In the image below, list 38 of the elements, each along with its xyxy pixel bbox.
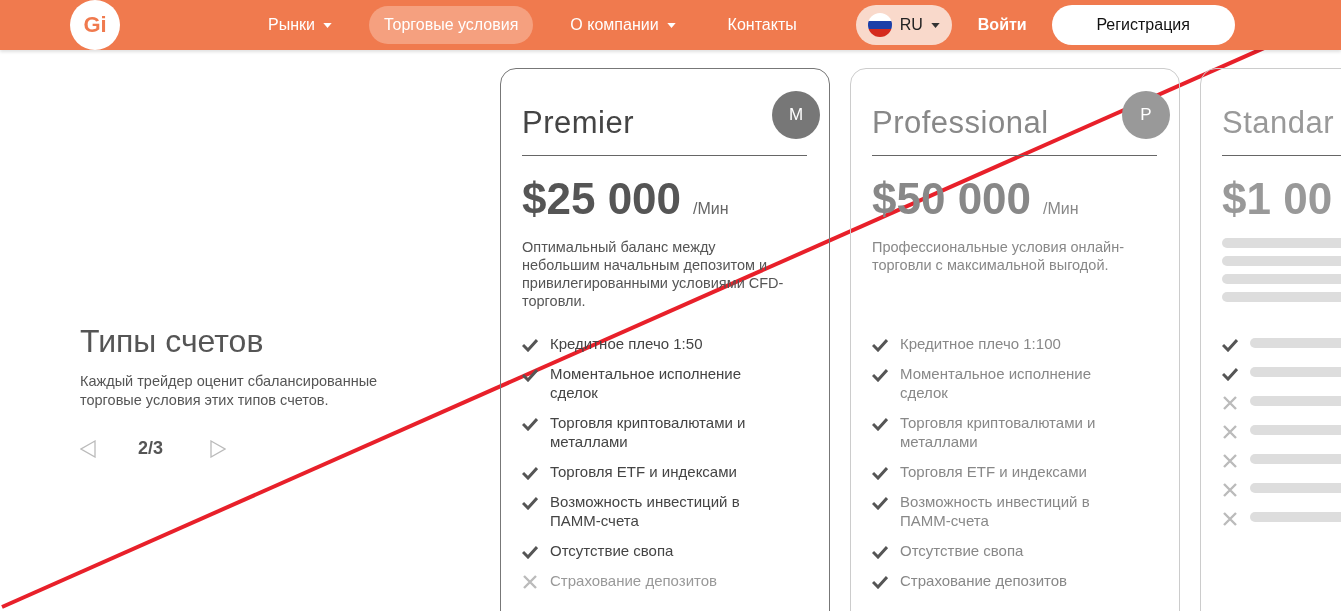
login-link[interactable]: Войти [977, 16, 1027, 34]
feature-text: Моментальное исполнение сделок [900, 364, 1093, 402]
plan-name: Professional [872, 105, 1049, 141]
feature-text: Моментальное исполнение сделок [550, 364, 743, 402]
feature-text: Торговля ETF и индексами [900, 462, 1088, 481]
caret-icon [930, 22, 940, 28]
plan-price: $1 00 [1222, 174, 1333, 224]
plan-price: $25 000 [522, 174, 682, 224]
price-period: /Мин [1043, 200, 1079, 218]
flag-icon [867, 13, 892, 37]
feature-text: Страхование депозитов [900, 571, 1069, 590]
feature-text: Страхование депозитов [550, 571, 719, 590]
nav-link[interactable]: Контакты [712, 6, 812, 44]
feature-text: Торговля ETF и индексами [550, 462, 738, 481]
feature-text: Возможность инвестиций в ПАММ-счета [550, 492, 741, 530]
nav-link[interactable]: О компании [555, 6, 691, 44]
plan-description: Профессиональные условия онлайн-торговли с максимальной выгодой. [872, 238, 1126, 275]
next-arrow-icon[interactable] [210, 439, 227, 458]
feature-text: Отсутствие свопа [550, 541, 675, 560]
feature-text: Отсутствие свопа [900, 541, 1025, 560]
nav-link[interactable]: Торговые условия [368, 6, 534, 44]
logo[interactable]: Gi [70, 0, 120, 50]
section-title: Типы счетов [80, 323, 265, 360]
plan-badge: M [772, 91, 820, 139]
page-counter: 2/3 [138, 438, 164, 459]
language-selector[interactable]: RU [855, 5, 952, 45]
plan-name: Standar [1222, 105, 1335, 141]
price-period: /Мин [693, 200, 729, 218]
feature-text: Торговля криптовалютами и металлами [550, 413, 747, 451]
plan-name: Premier [522, 105, 634, 141]
feature-text: Кредитное плечо 1:100 [900, 334, 1062, 353]
feature-text: Торговля криптовалютами и металлами [900, 413, 1097, 451]
plan-badge: P [1122, 91, 1170, 139]
section-description: Каждый трейдер оценит сбалансированные торговые условия этих типов счетов. [80, 372, 379, 410]
feature-text: Возможность инвестиций в ПАММ-счета [900, 492, 1091, 530]
nav-link[interactable]: Рынки [253, 6, 347, 44]
previous-arrow-icon[interactable] [80, 439, 96, 458]
register-button[interactable]: Регистрация [1051, 5, 1235, 45]
